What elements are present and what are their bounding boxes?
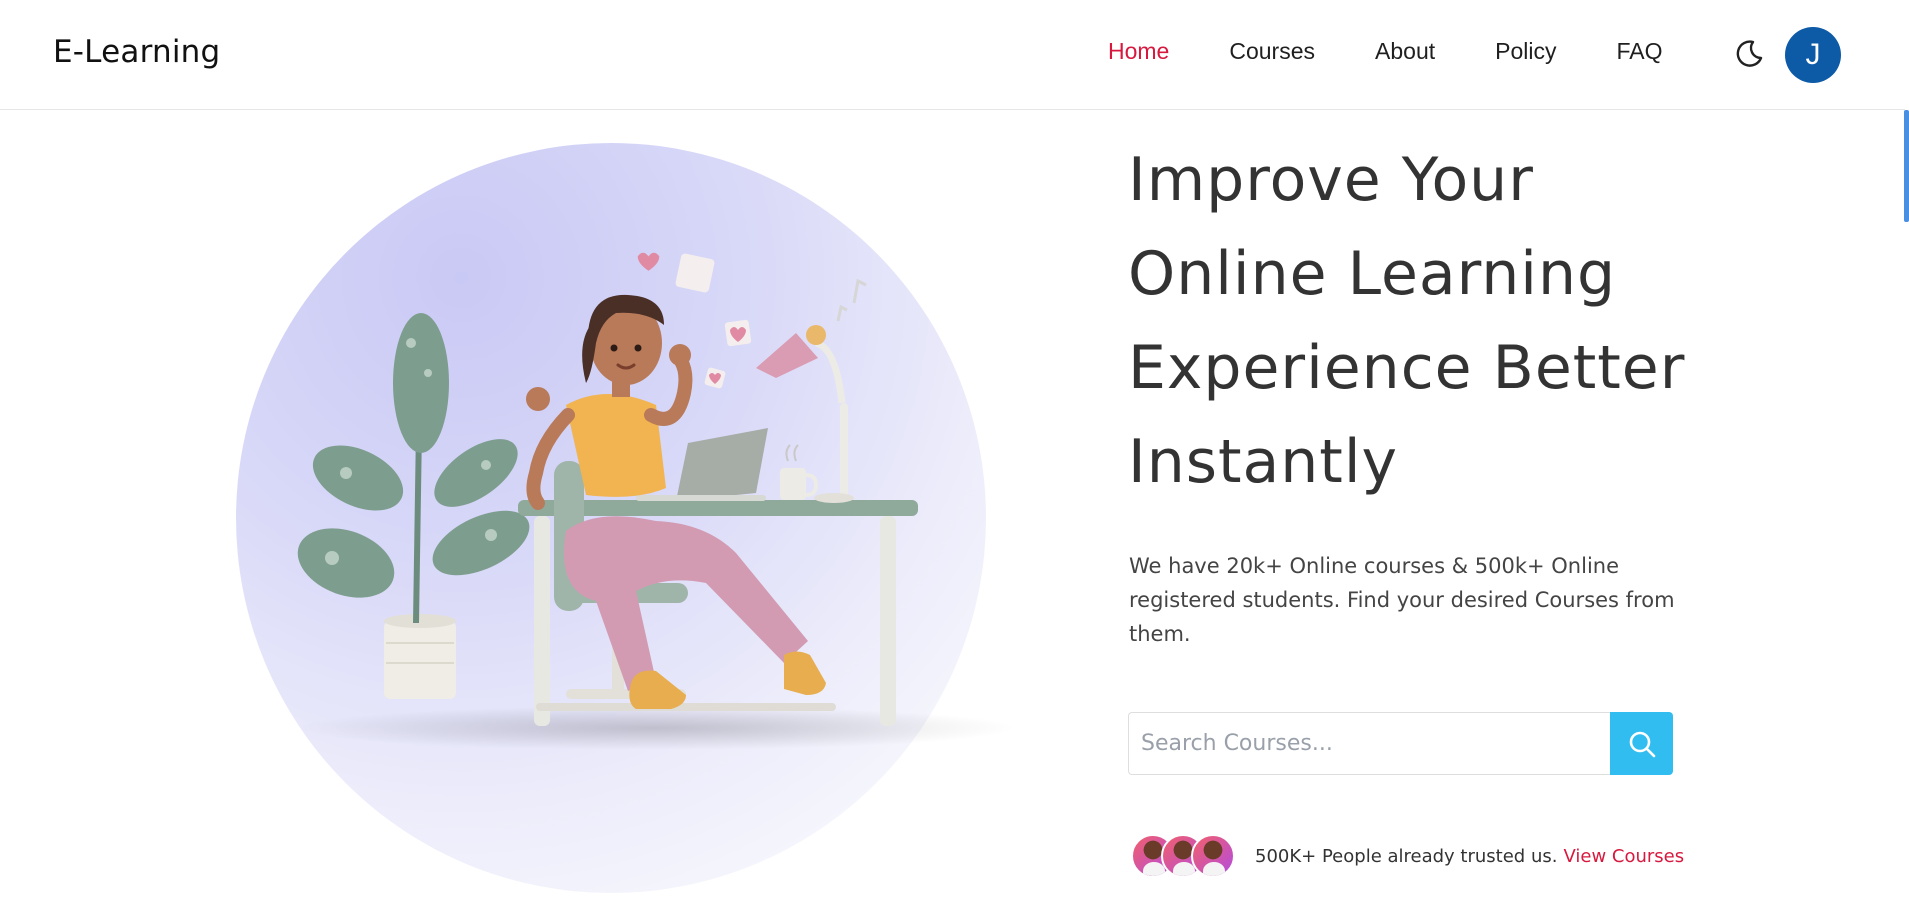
course-search <box>1128 712 1673 775</box>
hero-description: We have 20k+ Online courses & 500k+ Onli… <box>1129 554 1675 646</box>
nav-faq[interactable]: FAQ <box>1616 38 1662 65</box>
nav-about[interactable]: About <box>1375 38 1435 65</box>
search-button[interactable] <box>1610 712 1673 775</box>
floating-hearts <box>637 252 867 389</box>
main-nav: Home Courses About Policy FAQ <box>1108 38 1723 65</box>
plant-leaves <box>297 313 530 624</box>
trust-row: 500K+ People already trusted us. View Co… <box>1131 834 1684 878</box>
moon-icon[interactable] <box>1733 38 1765 70</box>
search-icon <box>1629 731 1655 757</box>
nav-policy[interactable]: Policy <box>1495 38 1556 65</box>
hero-title-line: Instantly <box>1128 427 1399 497</box>
hero-title-line: Improve Your <box>1128 145 1534 215</box>
trust-text: 500K+ People already trusted us. <box>1255 845 1558 867</box>
student-avatars <box>1131 834 1235 878</box>
search-input[interactable] <box>1128 712 1610 775</box>
top-navbar: E-Learning Home Courses About Policy FAQ… <box>0 0 1905 110</box>
plant-pot <box>384 614 456 699</box>
hero-title: Improve Your Online Learning Experience … <box>1128 133 1728 509</box>
nav-courses[interactable]: Courses <box>1229 38 1315 65</box>
hero-title-line: Online Learning <box>1128 239 1617 309</box>
hero-title-line: Experience Better <box>1128 333 1686 403</box>
student-avatar <box>1191 834 1235 878</box>
mug <box>780 444 819 500</box>
student-at-desk-illustration <box>296 252 1016 750</box>
page: E-Learning Home Courses About Policy FAQ… <box>0 0 1909 909</box>
view-courses-link[interactable]: View Courses <box>1563 846 1684 867</box>
nav-home[interactable]: Home <box>1108 38 1169 65</box>
brand-logo[interactable]: E-Learning <box>53 34 220 70</box>
user-avatar[interactable]: J <box>1785 27 1841 83</box>
page-scrollbar[interactable] <box>1904 110 1909 222</box>
